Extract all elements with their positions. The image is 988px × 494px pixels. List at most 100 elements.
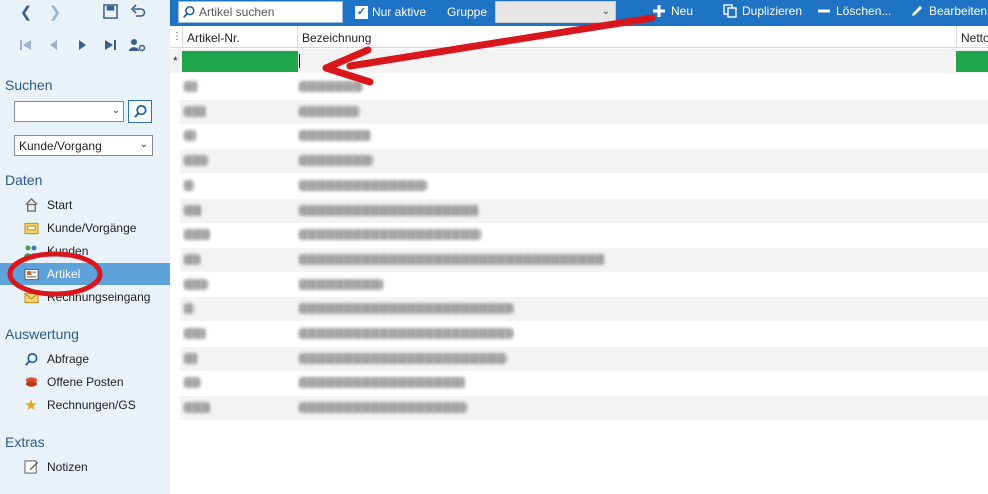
duplicate-icon xyxy=(723,4,737,18)
table-row[interactable] xyxy=(180,99,988,124)
last-record-icon[interactable] xyxy=(100,35,120,55)
text-cursor xyxy=(299,54,300,68)
new-row-netto-cell[interactable] xyxy=(956,51,988,72)
obscured-bezeichnung xyxy=(299,179,427,191)
table-row[interactable] xyxy=(180,346,988,371)
article-search-input[interactable]: Artikel suchen xyxy=(178,1,343,23)
article-search-placeholder: Artikel suchen xyxy=(199,5,275,19)
sidebar-item-start[interactable]: Start xyxy=(0,194,170,216)
obscured-bezeichnung xyxy=(299,352,507,364)
table-row[interactable] xyxy=(180,396,988,421)
first-record-icon[interactable] xyxy=(16,35,36,55)
column-header-bezeichnung[interactable]: Bezeichnung xyxy=(297,26,956,48)
forward-arrow-icon[interactable]: ❯ xyxy=(45,2,65,22)
obscured-bezeichnung xyxy=(299,204,479,216)
table-row[interactable] xyxy=(180,223,988,247)
sidebar-item-label: Notizen xyxy=(47,460,88,474)
daten-section-title: Daten xyxy=(5,172,43,188)
toolbar: Artikel suchen ✓ Nur aktive Gruppe ⌄ Neu… xyxy=(170,0,988,26)
note-icon xyxy=(23,459,39,475)
new-row[interactable]: * xyxy=(170,49,988,73)
sidebar-item-label: Abfrage xyxy=(47,352,90,366)
sidebar-item-kunde-vorgaenge[interactable]: Kunde/Vorgänge xyxy=(0,217,170,239)
new-button-label: Neu xyxy=(671,4,694,18)
star-icon: ★ xyxy=(24,397,38,414)
only-active-label[interactable]: Nur aktive xyxy=(372,5,426,19)
obscured-artikel-nr xyxy=(184,204,202,216)
sidebar-item-rechnungen-gs[interactable]: ★ Rechnungen/GS xyxy=(0,394,170,416)
table-row[interactable] xyxy=(180,297,988,322)
people-icon xyxy=(23,243,39,259)
table-row[interactable] xyxy=(180,75,988,99)
invoice-icon xyxy=(23,289,39,305)
obscured-artikel-nr xyxy=(184,253,200,265)
obscured-artikel-nr xyxy=(184,402,210,414)
search-icon xyxy=(183,5,195,18)
back-arrow-icon[interactable]: ❮ xyxy=(16,2,36,22)
obscured-artikel-nr xyxy=(184,155,208,167)
obscured-bezeichnung xyxy=(299,105,359,117)
user-settings-icon[interactable] xyxy=(127,35,147,55)
sidebar-item-notizen[interactable]: Notizen xyxy=(0,456,170,478)
folder-icon xyxy=(23,220,39,236)
table-row[interactable] xyxy=(180,198,988,223)
obscured-bezeichnung xyxy=(299,303,513,315)
only-active-checkbox[interactable]: ✓ xyxy=(355,6,368,19)
sidebar-search-button[interactable] xyxy=(128,100,152,123)
chevron-down-icon[interactable]: ⌄ xyxy=(112,105,120,116)
previous-record-icon[interactable] xyxy=(44,35,64,55)
column-header-netto[interactable]: Netto xyxy=(956,26,988,48)
delete-button[interactable]: Löschen... xyxy=(817,4,891,18)
table-row[interactable] xyxy=(180,247,988,272)
app-window: ❮ ❯ Suchen ⌄ Kunde/Vorgang ⌄ Daten Start… xyxy=(0,0,988,494)
obscured-artikel-nr xyxy=(184,179,194,191)
next-record-icon[interactable] xyxy=(72,35,92,55)
obscured-artikel-nr xyxy=(184,377,200,389)
magnifier-icon xyxy=(23,351,39,367)
sidebar-item-label: Start xyxy=(47,198,73,212)
search-icon xyxy=(133,105,146,118)
obscured-bezeichnung xyxy=(299,155,373,167)
article-grid: ⋮ Artikel-Nr. Bezeichnung Netto * xyxy=(170,26,988,494)
duplicate-button[interactable]: Duplizieren xyxy=(723,4,802,18)
chevron-down-icon: ⌄ xyxy=(139,139,148,150)
chevron-down-icon: ⌄ xyxy=(601,6,610,17)
table-row[interactable] xyxy=(180,149,988,174)
obscured-bezeichnung xyxy=(299,229,481,241)
grid-header: ⋮ Artikel-Nr. Bezeichnung Netto xyxy=(170,26,988,48)
row-selector-icon[interactable]: ⋮ xyxy=(170,26,182,48)
obscured-bezeichnung xyxy=(299,253,605,265)
edit-button-label: Bearbeiten xyxy=(929,4,988,18)
undo-icon[interactable] xyxy=(128,1,148,21)
save-icon[interactable] xyxy=(100,1,120,21)
search-scope-select[interactable]: Kunde/Vorgang ⌄ xyxy=(14,135,153,156)
sidebar-item-rechnungseingang[interactable]: Rechnungseingang xyxy=(0,286,170,308)
group-label: Gruppe xyxy=(447,5,488,19)
table-row[interactable] xyxy=(180,322,988,346)
obscured-artikel-nr xyxy=(184,352,198,364)
sidebar-item-offene-posten[interactable]: Offene Posten xyxy=(0,371,170,393)
obscured-bezeichnung xyxy=(299,278,383,290)
table-row[interactable] xyxy=(180,371,988,395)
table-row[interactable] xyxy=(180,174,988,198)
column-header-artikel-nr[interactable]: Artikel-Nr. xyxy=(182,26,298,48)
sidebar-item-abfrage[interactable]: Abfrage xyxy=(0,348,170,370)
sidebar-search-combo[interactable]: ⌄ xyxy=(14,101,124,122)
obscured-artikel-nr xyxy=(184,105,206,117)
edit-button[interactable]: Bearbeiten xyxy=(910,4,987,18)
sidebar-item-artikel[interactable]: Artikel xyxy=(0,263,170,285)
duplicate-button-label: Duplizieren xyxy=(742,4,803,18)
new-row-artikel-nr-cell[interactable] xyxy=(182,51,298,72)
obscured-artikel-nr xyxy=(184,130,196,142)
auswertung-section-title: Auswertung xyxy=(5,326,79,342)
obscured-bezeichnung xyxy=(299,81,363,92)
table-row[interactable] xyxy=(180,124,988,148)
sidebar-item-label: Rechnungen/GS xyxy=(47,398,136,412)
obscured-bezeichnung xyxy=(299,328,513,339)
obscured-artikel-nr xyxy=(184,229,210,241)
sidebar: ❮ ❯ Suchen ⌄ Kunde/Vorgang ⌄ Daten Start… xyxy=(0,0,170,494)
new-button[interactable]: Neu xyxy=(652,4,693,18)
group-select[interactable]: ⌄ xyxy=(495,1,616,23)
table-row[interactable] xyxy=(180,273,988,297)
sidebar-item-kunden[interactable]: Kunden xyxy=(0,240,170,262)
